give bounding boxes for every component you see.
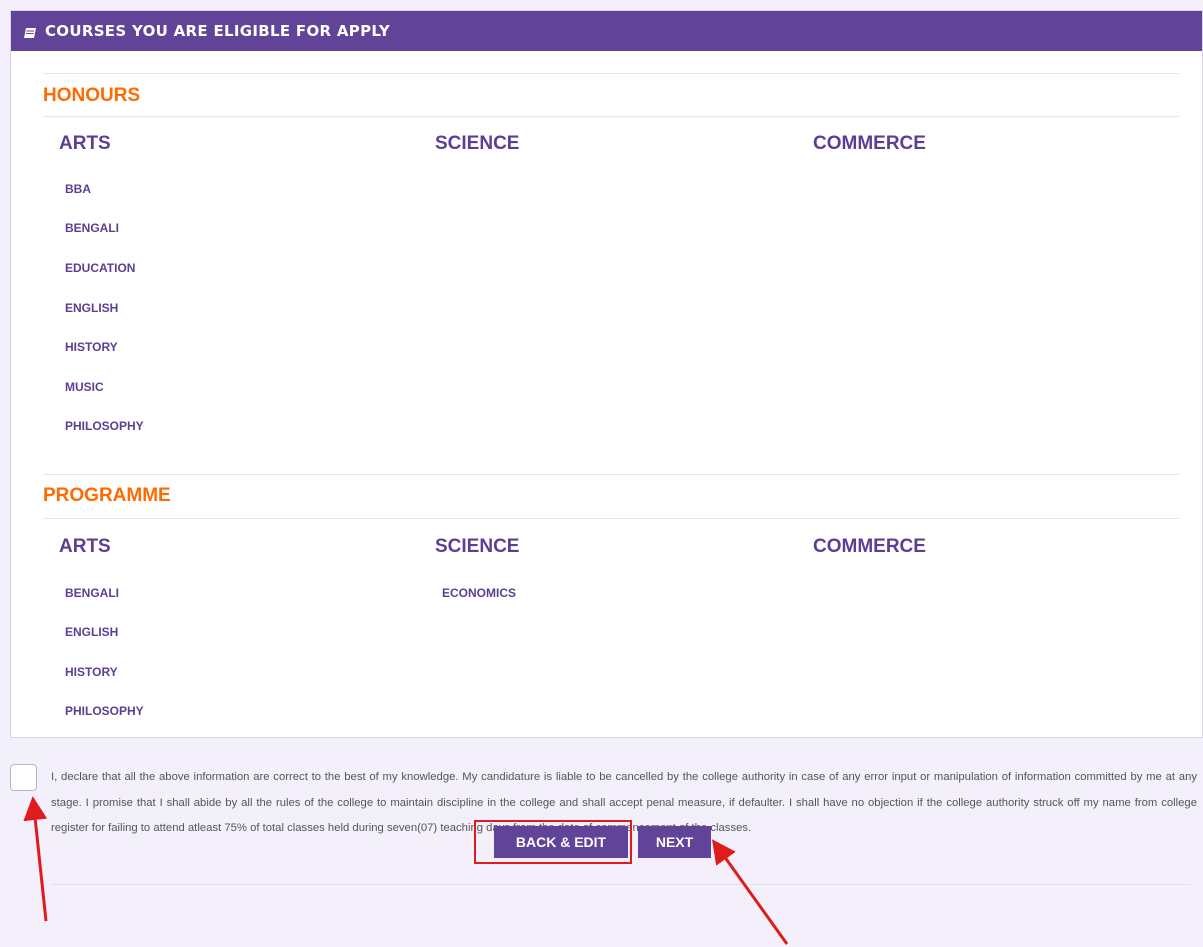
course-bengali[interactable]: BENGALI [65, 586, 119, 600]
panel-header: COURSES YOU ARE ELIGIBLE FOR APPLY [11, 11, 1202, 51]
divider [43, 73, 1179, 74]
programme-arts-heading: ARTS [59, 536, 111, 557]
programme-title: PROGRAMME [43, 485, 171, 506]
divider [43, 518, 1179, 519]
honours-science-heading: SCIENCE [435, 133, 520, 154]
divider [43, 474, 1179, 475]
next-button[interactable]: NEXT [638, 826, 711, 858]
course-economics[interactable]: ECONOMICS [442, 586, 516, 600]
panel-title: COURSES YOU ARE ELIGIBLE FOR APPLY [45, 22, 391, 40]
course-english[interactable]: ENGLISH [65, 625, 118, 639]
honours-arts-heading: ARTS [59, 133, 111, 154]
courses-panel: COURSES YOU ARE ELIGIBLE FOR APPLY HONOU… [10, 10, 1203, 738]
course-english[interactable]: ENGLISH [65, 301, 118, 315]
course-education[interactable]: EDUCATION [65, 261, 135, 275]
course-bba[interactable]: BBA [65, 182, 91, 196]
course-bengali[interactable]: BENGALI [65, 221, 119, 235]
honours-commerce-heading: COMMERCE [813, 133, 926, 154]
course-philosophy[interactable]: PHILOSOPHY [65, 704, 144, 718]
programme-science-heading: SCIENCE [435, 536, 520, 557]
course-music[interactable]: MUSIC [65, 380, 104, 394]
course-history[interactable]: HISTORY [65, 340, 118, 354]
annotation-highlight-box [474, 820, 632, 864]
divider [43, 116, 1179, 117]
course-history[interactable]: HISTORY [65, 665, 118, 679]
honours-title: HONOURS [43, 85, 141, 106]
annotation-arrow-up-icon [23, 796, 48, 922]
programme-commerce-heading: COMMERCE [813, 536, 926, 557]
course-philosophy[interactable]: PHILOSOPHY [65, 419, 144, 433]
declaration-checkbox[interactable] [10, 764, 37, 791]
annotation-arrow-left-icon [712, 839, 789, 945]
divider [51, 884, 1191, 885]
book-icon [23, 25, 37, 38]
